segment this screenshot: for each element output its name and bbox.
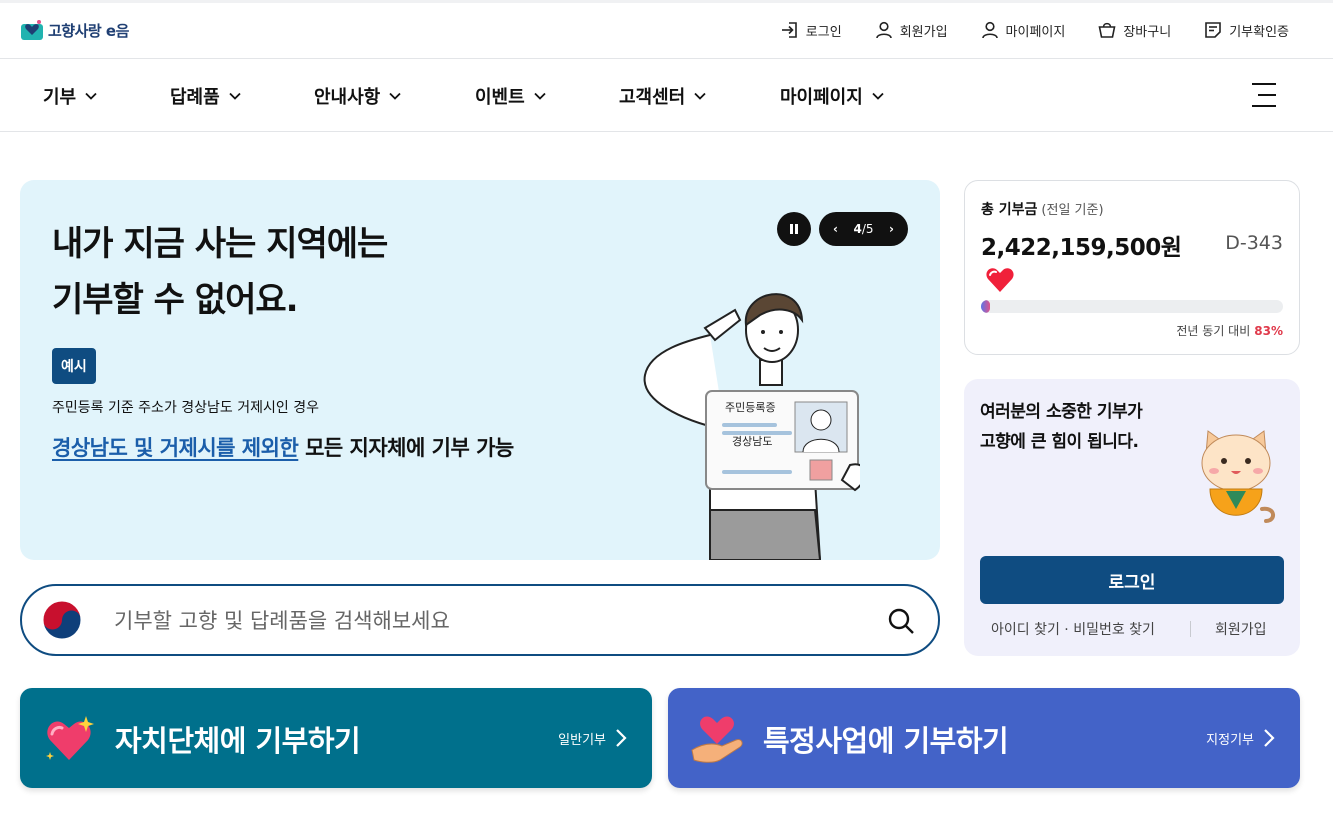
banner-highlight: 경상남도 및 거제시를 제외한 bbox=[52, 436, 299, 460]
nav-label: 고객센터 bbox=[619, 87, 686, 108]
heart-icon bbox=[986, 268, 1014, 292]
banner-title-line2: 기부할 수 없어요. bbox=[52, 280, 299, 320]
site-logo[interactable]: 고향사랑 e음 bbox=[20, 18, 129, 42]
nav-item-support[interactable]: 고객센터 bbox=[619, 83, 707, 109]
person-id-card-illustration: 주민등록증 경상남도 bbox=[643, 293, 860, 560]
cta-title: 자치단체에 기부하기 bbox=[115, 724, 361, 758]
logo-icon bbox=[21, 20, 43, 40]
find-id-password-link[interactable]: 아이디 찾기 · 비밀번호 찾기 bbox=[991, 619, 1155, 639]
search-input[interactable] bbox=[114, 603, 854, 639]
cta-title: 특정사업에 기부하기 bbox=[763, 724, 1009, 758]
pause-button[interactable] bbox=[777, 212, 811, 246]
utility-menu: 로그인 회원가입 마이페이지 장바구니 기부확인증 bbox=[780, 20, 1289, 40]
donation-compare: 전년 동기 대비 83% bbox=[1176, 322, 1283, 339]
login-message-line1: 여러분의 소중한 기부가 bbox=[980, 402, 1143, 422]
nav-label: 마이페이지 bbox=[780, 87, 863, 108]
sparkle-heart-icon bbox=[46, 716, 94, 760]
slide-counter: 4/5 bbox=[853, 222, 873, 236]
donation-progress-fill bbox=[981, 300, 991, 313]
donation-label-note: (전일 기준) bbox=[1041, 203, 1104, 218]
util-label: 장바구니 bbox=[1123, 24, 1172, 40]
nav-item-gifts[interactable]: 답례품 bbox=[170, 83, 242, 109]
cta-tag: 지정기부 bbox=[1206, 733, 1254, 748]
slide-current: 4 bbox=[853, 222, 862, 236]
hand-heart-icon bbox=[691, 716, 743, 763]
mascot-cat-illustration bbox=[1201, 430, 1275, 523]
login-button[interactable]: 로그인 bbox=[980, 556, 1284, 604]
example-badge: 예시 bbox=[52, 348, 96, 384]
chevron-down-icon bbox=[389, 92, 401, 100]
banner-statement: 경상남도 및 거제시를 제외한 모든 지자체에 기부 가능 bbox=[52, 432, 514, 462]
nav-label: 안내사항 bbox=[314, 87, 381, 108]
nav-item-events[interactable]: 이벤트 bbox=[475, 83, 547, 109]
basket-icon bbox=[1098, 22, 1116, 38]
util-label: 로그인 bbox=[805, 24, 842, 40]
main-nav: 기부 답례품 안내사항 이벤트 고객센터 마이페이지 bbox=[0, 59, 1333, 132]
nav-item-donate[interactable]: 기부 bbox=[43, 83, 98, 109]
total-donation-card: 총 기부금 (전일 기준) 2,422,159,500원 D-343 전년 동기 … bbox=[964, 180, 1300, 355]
id-card-title: 주민등록증 bbox=[725, 401, 776, 414]
utility-bar: 고향사랑 e음 로그인 회원가입 마이페이지 장바구니 기부확인증 bbox=[0, 0, 1333, 59]
search-icon[interactable] bbox=[886, 606, 916, 636]
util-label: 마이페이지 bbox=[1005, 24, 1066, 40]
menu-icon[interactable] bbox=[1252, 83, 1278, 109]
banner-subtitle: 주민등록 기준 주소가 경상남도 거제시인 경우 bbox=[52, 400, 319, 416]
chevron-right-icon bbox=[1264, 729, 1275, 747]
chevron-down-icon bbox=[694, 92, 706, 100]
banner-statement-rest: 모든 지자체에 기부 가능 bbox=[298, 436, 514, 460]
nav-item-guide[interactable]: 안내사항 bbox=[314, 83, 402, 109]
chevron-down-icon bbox=[534, 92, 546, 100]
util-login[interactable]: 로그인 bbox=[780, 20, 842, 40]
signup-link[interactable]: 회원가입 bbox=[1215, 619, 1267, 639]
nav-label: 기부 bbox=[43, 87, 77, 108]
util-label: 기부확인증 bbox=[1229, 24, 1289, 40]
donate-local-government-button[interactable]: 자치단체에 기부하기 일반기부 bbox=[20, 688, 652, 788]
chevron-right-icon bbox=[616, 729, 627, 747]
id-card-region: 경상남도 bbox=[732, 435, 772, 448]
util-label: 회원가입 bbox=[899, 24, 948, 40]
login-message: 여러분의 소중한 기부가 고향에 큰 힘이 됩니다. bbox=[980, 397, 1143, 457]
donation-amount: 2,422,159,500원 bbox=[981, 235, 1182, 261]
compare-value: 83% bbox=[1254, 324, 1283, 338]
prev-slide-icon[interactable]: ‹ bbox=[833, 222, 838, 236]
link-divider bbox=[1190, 621, 1191, 637]
nav-label: 답례품 bbox=[170, 87, 220, 108]
login-message-line2: 고향에 큰 힘이 됩니다. bbox=[980, 432, 1139, 452]
compare-label: 전년 동기 대비 bbox=[1176, 324, 1251, 338]
login-icon bbox=[781, 22, 797, 38]
util-certificate[interactable]: 기부확인증 bbox=[1203, 20, 1289, 40]
slide-total: /5 bbox=[861, 222, 874, 236]
util-cart[interactable]: 장바구니 bbox=[1097, 20, 1171, 40]
search-bar bbox=[20, 584, 940, 656]
chevron-down-icon bbox=[229, 92, 241, 100]
donation-label-text: 총 기부금 bbox=[981, 202, 1038, 218]
chevron-down-icon bbox=[872, 92, 884, 100]
util-signup[interactable]: 회원가입 bbox=[874, 20, 948, 40]
banner-title-line1: 내가 지금 사는 지역에는 bbox=[52, 224, 388, 264]
certificate-icon bbox=[1205, 22, 1221, 38]
nav-label: 이벤트 bbox=[475, 87, 525, 108]
next-slide-icon[interactable]: › bbox=[889, 222, 894, 236]
cta-tag: 일반기부 bbox=[558, 733, 606, 748]
donation-dday: D-343 bbox=[1225, 232, 1283, 254]
hero-banner[interactable]: 내가 지금 사는 지역에는 기부할 수 없어요. 예시 주민등록 기준 주소가 … bbox=[20, 180, 940, 560]
user-icon bbox=[875, 21, 892, 39]
chevron-down-icon bbox=[85, 92, 97, 100]
logo-text: 고향사랑 e음 bbox=[48, 21, 129, 40]
donate-specific-project-button[interactable]: 특정사업에 기부하기 지정기부 bbox=[668, 688, 1300, 788]
user-icon bbox=[981, 21, 998, 39]
donation-progress-bar bbox=[981, 300, 1283, 313]
util-mypage[interactable]: 마이페이지 bbox=[980, 20, 1066, 40]
login-box: 여러분의 소중한 기부가 고향에 큰 힘이 됩니다. 로그인 아이디 찾기 · … bbox=[964, 379, 1300, 656]
slide-pager: ‹ 4/5 › bbox=[819, 212, 908, 246]
government-emblem-icon bbox=[42, 600, 82, 640]
banner-title: 내가 지금 사는 지역에는 기부할 수 없어요. bbox=[52, 216, 388, 328]
donation-label: 총 기부금 (전일 기준) bbox=[981, 199, 1104, 219]
nav-item-mypage[interactable]: 마이페이지 bbox=[780, 83, 885, 109]
